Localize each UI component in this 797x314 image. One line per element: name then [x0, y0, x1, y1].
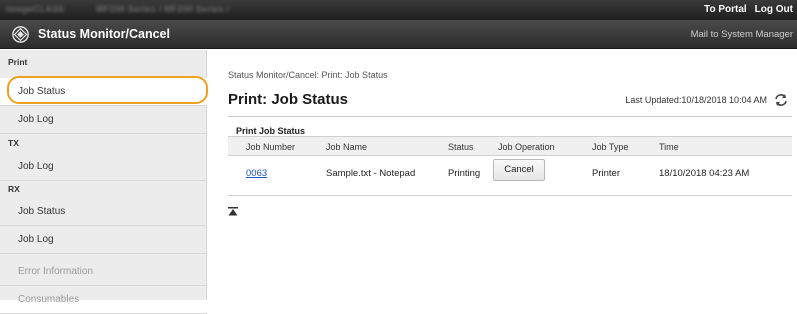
sidebar-header-tx: TX [8, 138, 19, 148]
sidebar-item-tx-job-log[interactable]: Job Log [0, 153, 207, 181]
top-links: To Portal Log Out [704, 4, 793, 15]
sidebar-item-print-job-status[interactable]: Job Status [0, 78, 207, 106]
column-job-number: Job Number [246, 142, 296, 152]
job-number-link[interactable]: 0063 [246, 168, 267, 179]
sidebar-item-rx-job-log[interactable]: Job Log [0, 226, 207, 254]
column-job-type: Job Type [592, 142, 629, 152]
main-panel: Status Monitor/Cancel: Print: Job Status… [208, 50, 797, 300]
cancel-button[interactable]: Cancel [493, 159, 545, 181]
app-title: Status Monitor/Cancel [38, 27, 170, 41]
to-portal-link[interactable]: To Portal [704, 4, 747, 15]
table-header: Job Number Job Name Status Job Operation… [228, 136, 792, 156]
status-cell: Printing [448, 168, 481, 179]
back-to-top-icon[interactable] [228, 207, 238, 216]
sidebar-item-consumables[interactable]: Consumables [0, 286, 207, 314]
mail-to-system-manager-link[interactable]: Mail to System Manager [691, 29, 793, 40]
job-name-cell: Sample.txt - Notepad [326, 168, 416, 179]
sidebar: Print Job Status Job Log TX Job Log RX J… [0, 50, 207, 314]
sidebar-item-print-job-log[interactable]: Job Log [0, 106, 207, 134]
sidebar-header-print: Print [8, 57, 28, 67]
device-name: imageCLASS [6, 4, 65, 14]
sidebar-item-error-information[interactable]: Error Information [0, 258, 207, 286]
last-updated: Last Updated:10/18/2018 10:04 AM [625, 95, 767, 105]
job-type-cell: Printer [592, 168, 620, 179]
section-label: Print Job Status [236, 126, 306, 136]
column-time: Time [659, 142, 679, 152]
job-status-table: Job Number Job Name Status Job Operation… [228, 136, 792, 196]
breadcrumb: Status Monitor/Cancel: Print: Job Status [228, 70, 388, 80]
sidebar-item-rx-job-status[interactable]: Job Status [0, 198, 207, 226]
title-bar: Status Monitor/Cancel Mail to System Man… [0, 20, 797, 49]
column-job-operation: Job Operation [498, 142, 555, 152]
refresh-icon[interactable] [773, 93, 789, 107]
column-status: Status [448, 142, 474, 152]
title-divider [228, 116, 792, 117]
sidebar-header-rx: RX [8, 184, 20, 194]
column-job-name: Job Name [326, 142, 368, 152]
top-bar: imageCLASS MF200 Series / MF200 Series /… [0, 0, 797, 20]
time-cell: 18/10/2018 04:23 AM [659, 168, 750, 179]
page-title: Print: Job Status [228, 91, 349, 108]
status-monitor-icon [12, 26, 29, 43]
log-out-link[interactable]: Log Out [755, 4, 793, 15]
model-path: MF200 Series / MF200 Series / [96, 4, 230, 14]
